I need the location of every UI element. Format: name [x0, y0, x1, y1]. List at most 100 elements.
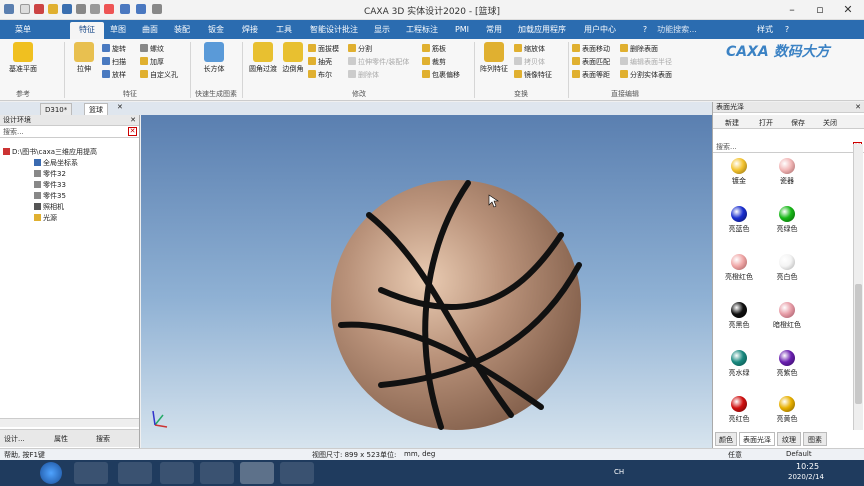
tab-smart-annotation[interactable]: 智能设计批注	[304, 22, 364, 39]
tab-texture[interactable]: 纹理	[777, 432, 801, 446]
tab-display[interactable]: 显示	[368, 22, 396, 39]
stretch-part-button[interactable]: 拉伸零件/装配体	[348, 57, 409, 68]
close-library-button[interactable]: 关闭	[823, 118, 837, 128]
trim-button[interactable]: 裁剪	[422, 57, 446, 68]
right-panel-close-icon[interactable]: ✕	[855, 102, 861, 113]
base-plane-button[interactable]: 基准平面	[4, 42, 42, 74]
material-item[interactable]: 亮白色	[763, 254, 811, 282]
mirror-feature-button[interactable]: 镜像特征	[514, 70, 552, 81]
left-search-input[interactable]: 搜索... ✕	[0, 126, 139, 138]
rib-button[interactable]: 筋板	[422, 44, 446, 55]
tab-sheetmetal[interactable]: 钣金	[202, 22, 230, 39]
input-language[interactable]: CH	[614, 468, 624, 476]
sweep-button[interactable]: 扫描	[102, 57, 126, 68]
tab-sketch[interactable]: 草图	[104, 22, 132, 39]
tab-elements[interactable]: 图素	[803, 432, 827, 446]
right-scrollbar-thumb[interactable]	[855, 284, 862, 404]
doc-tab-close-icon[interactable]: ✕	[117, 103, 123, 111]
caxa-taskbar-icon[interactable]	[240, 462, 274, 484]
left-scrollbar[interactable]	[0, 418, 139, 427]
material-item[interactable]: 亮蓝色	[715, 206, 763, 234]
right-search-input[interactable]: 搜索...✕	[713, 141, 864, 153]
save-library-button[interactable]: 保存	[791, 118, 805, 128]
delete-body-button[interactable]: 删除体	[348, 70, 379, 81]
material-item[interactable]: 亮紫色	[763, 350, 811, 378]
tree-item-light[interactable]: 光源	[34, 213, 57, 223]
right-scrollbar[interactable]	[853, 144, 863, 430]
taskbar-app-icon[interactable]	[160, 462, 194, 484]
split-solid-face-button[interactable]: 分割实体表面	[620, 70, 672, 81]
material-item[interactable]: 亮黄色	[763, 396, 811, 424]
tab-search[interactable]: 搜索	[96, 434, 110, 444]
new-library-button[interactable]: 新建	[725, 118, 739, 128]
start-button[interactable]	[40, 462, 62, 484]
minimize-button[interactable]: –	[778, 1, 806, 19]
style-select[interactable]: Default	[786, 450, 812, 458]
taskbar-app-icon[interactable]	[74, 462, 108, 484]
face-move-button[interactable]: 表面移动	[572, 44, 610, 55]
tab-assembly[interactable]: 装配	[168, 22, 196, 39]
tree-item-camera[interactable]: 照相机	[34, 202, 64, 212]
pick-filter-select[interactable]: 任意	[728, 450, 742, 460]
tree-item-part35[interactable]: 零件35	[34, 191, 66, 201]
tab-design[interactable]: 设计...	[4, 434, 25, 444]
3d-viewport[interactable]	[141, 115, 712, 448]
tab-common[interactable]: 常用	[480, 22, 508, 39]
open-library-button[interactable]: 打开	[759, 118, 773, 128]
custom-hole-button[interactable]: 自定义孔	[140, 70, 178, 81]
material-item[interactable]: 亮橙红色	[715, 254, 763, 282]
tab-feature[interactable]: 特征	[70, 22, 104, 39]
function-search[interactable]: 功能搜索...	[652, 22, 702, 39]
tree-item-global-coords[interactable]: 全局坐标系	[34, 158, 78, 168]
basketball-model[interactable]	[141, 115, 712, 448]
delete-face-button[interactable]: 删除表面	[620, 44, 658, 55]
draft-button[interactable]: 面拔模	[308, 44, 339, 55]
shell-button[interactable]: 抽壳	[308, 57, 332, 68]
tab-color[interactable]: 颜色	[715, 432, 737, 446]
tab-user-center[interactable]: 用户中心	[578, 22, 622, 39]
style-menu[interactable]: 样式	[754, 22, 776, 39]
tab-surface-gloss[interactable]: 表面光泽	[739, 432, 775, 446]
tab-menu[interactable]: 菜单	[6, 22, 40, 39]
fillet-button[interactable]: 圆角过渡	[246, 42, 280, 74]
scale-body-button[interactable]: 缩放体	[514, 44, 545, 55]
doc-tab-d310[interactable]: D310*	[40, 103, 73, 115]
close-button[interactable]: ✕	[834, 1, 862, 19]
tab-tools[interactable]: 工具	[270, 22, 298, 39]
material-item[interactable]: 亮黑色	[715, 302, 763, 330]
tab-surface[interactable]: 曲面	[136, 22, 164, 39]
face-offset-button[interactable]: 表面等距	[572, 70, 610, 81]
clock-time[interactable]: 10:25	[796, 462, 819, 471]
material-item[interactable]: 亮红色	[715, 396, 763, 424]
face-match-button[interactable]: 表面匹配	[572, 57, 610, 68]
boolean-button[interactable]: 布尔	[308, 70, 332, 81]
panel-close-icon[interactable]: ✕	[130, 115, 136, 126]
taskbar-app-icon[interactable]	[280, 462, 314, 484]
thicken-button[interactable]: 加厚	[140, 57, 164, 68]
split-button[interactable]: 分割	[348, 44, 372, 55]
tree-root[interactable]: D:\图书\caxa三维应用提高	[3, 147, 97, 157]
help-icon[interactable]: ?	[782, 22, 792, 39]
tree-item-part33[interactable]: 零件33	[34, 180, 66, 190]
loft-button[interactable]: 放样	[102, 70, 126, 81]
edit-face-radius-button[interactable]: 编辑表面半径	[620, 57, 672, 68]
material-item[interactable]: 镀金	[715, 158, 763, 186]
tab-dimension[interactable]: 工程标注	[402, 22, 442, 39]
pattern-button[interactable]: 阵列特征	[476, 42, 512, 74]
chrome-icon[interactable]	[118, 462, 152, 484]
chamfer-button[interactable]: 边倒角	[280, 42, 306, 74]
thread-button[interactable]: 螺纹	[140, 44, 164, 55]
clock-date[interactable]: 2020/2/14	[788, 473, 824, 481]
material-item[interactable]: 暗橙红色	[763, 302, 811, 330]
material-item[interactable]: 瓷器	[763, 158, 811, 186]
material-item[interactable]: 亮绿色	[763, 206, 811, 234]
doc-tab-basketball[interactable]: 篮球	[84, 103, 108, 115]
folder-icon[interactable]	[200, 462, 234, 484]
clear-search-icon[interactable]: ✕	[128, 127, 137, 136]
maximize-button[interactable]: ▫	[806, 1, 834, 19]
cuboid-button[interactable]: 长方体	[196, 42, 232, 74]
wrap-button[interactable]: 包裹偏移	[422, 70, 460, 81]
copy-body-button[interactable]: 拷贝体	[514, 57, 545, 68]
rotate-button[interactable]: 旋转	[102, 44, 126, 55]
material-item[interactable]: 亮水绿	[715, 350, 763, 378]
